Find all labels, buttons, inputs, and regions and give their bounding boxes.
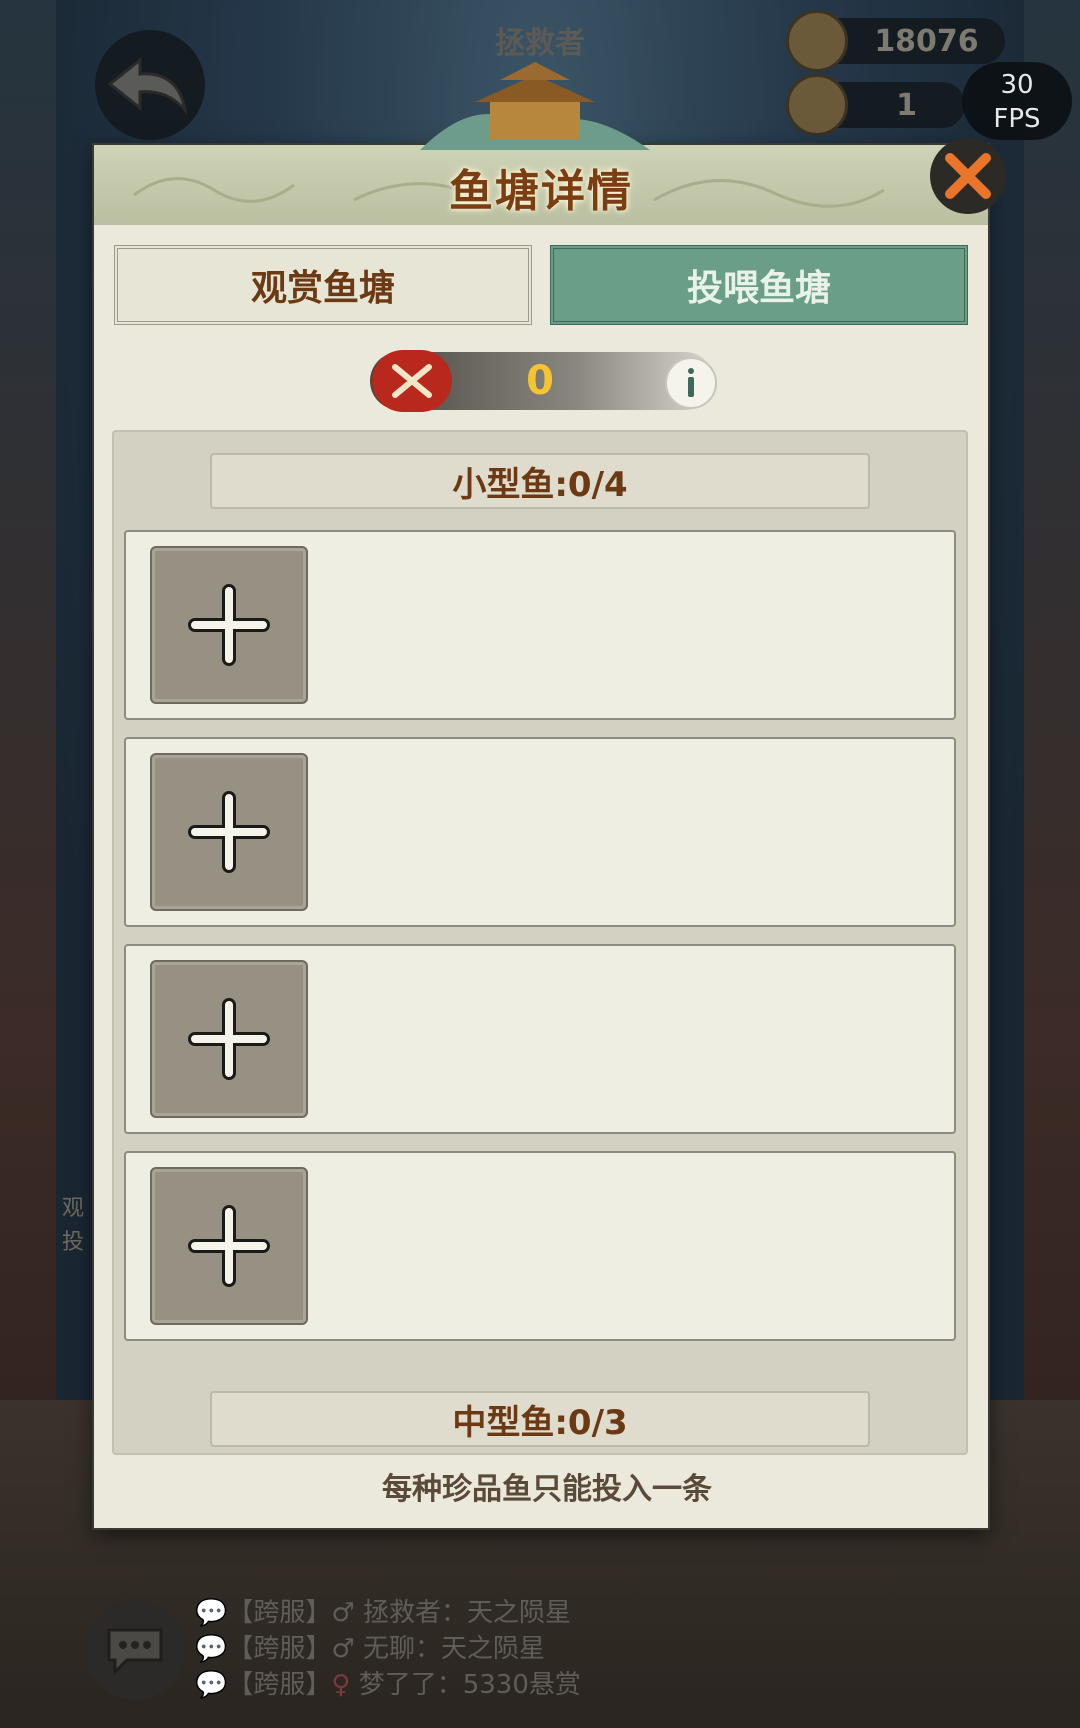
chat-button[interactable] — [85, 1600, 185, 1700]
close-icon — [945, 153, 991, 199]
small-fish-header: 小型鱼:0/4 — [210, 453, 870, 509]
add-fish-button[interactable] — [150, 546, 308, 704]
player-name: 拯救者 — [495, 26, 585, 61]
male-icon: ♂ — [331, 1634, 355, 1664]
dialog-title: 鱼塘详情 — [449, 166, 633, 217]
side-menu-text-1: 观 — [62, 1196, 85, 1221]
chat-icon: 💬 — [195, 1634, 228, 1664]
fps-counter: 30 FPS — [962, 62, 1072, 140]
side-menu-text-2: 投 — [62, 1230, 85, 1255]
add-fish-button[interactable] — [150, 1167, 308, 1325]
add-fish-button[interactable] — [150, 960, 308, 1118]
close-button[interactable] — [930, 138, 1006, 214]
chat-line: 💬【跨服】♀ 梦了了：5330悬赏 — [195, 1670, 581, 1700]
fish-coin-icon — [786, 10, 848, 72]
temple-icon — [420, 62, 650, 150]
chat-feed: 💬【跨服】♂ 拯救者：天之陨星 💬【跨服】♂ 无聊：天之陨星 💬【跨服】♀ 梦了… — [195, 1595, 581, 1703]
male-icon: ♂ — [331, 1598, 355, 1628]
fps-value: 30 — [1000, 70, 1034, 100]
tab-feeding-pond[interactable]: 投喂鱼塘 — [550, 245, 968, 325]
info-button[interactable] — [665, 357, 717, 409]
combat-power-value: 0 — [526, 358, 554, 404]
chat-line: 💬【跨服】♂ 无聊：天之陨星 — [195, 1634, 545, 1664]
crossed-swords-icon — [372, 350, 452, 412]
chat-icon: 💬 — [195, 1598, 228, 1628]
info-icon — [688, 368, 694, 397]
medium-fish-header: 中型鱼:0/3 — [210, 1391, 870, 1447]
footer-note: 每种珍品鱼只能投入一条 — [382, 1472, 712, 1507]
plus-icon — [188, 1205, 270, 1287]
chat-line: 💬【跨服】♂ 拯救者：天之陨星 — [195, 1598, 571, 1628]
chat-bubble-icon — [107, 1628, 163, 1676]
chat-icon: 💬 — [195, 1670, 228, 1700]
add-fish-button[interactable] — [150, 753, 308, 911]
plus-icon — [188, 791, 270, 873]
back-button[interactable] — [95, 30, 205, 140]
female-icon: ♀ — [331, 1670, 351, 1700]
back-arrow-icon — [107, 56, 188, 116]
fps-label: FPS — [993, 104, 1041, 134]
currency-tokens-value: 1 — [896, 87, 917, 123]
side-menu-text: 观 投 — [62, 1192, 84, 1260]
currency-bar-tokens: 1 — [786, 74, 965, 136]
plus-icon — [188, 998, 270, 1080]
fish-token-icon — [786, 74, 848, 136]
plus-icon — [188, 584, 270, 666]
tab-ornamental-pond[interactable]: 观赏鱼塘 — [114, 245, 532, 325]
currency-coins-value: 18076 — [874, 23, 979, 59]
currency-bar-coins: 18076 — [786, 10, 1005, 72]
